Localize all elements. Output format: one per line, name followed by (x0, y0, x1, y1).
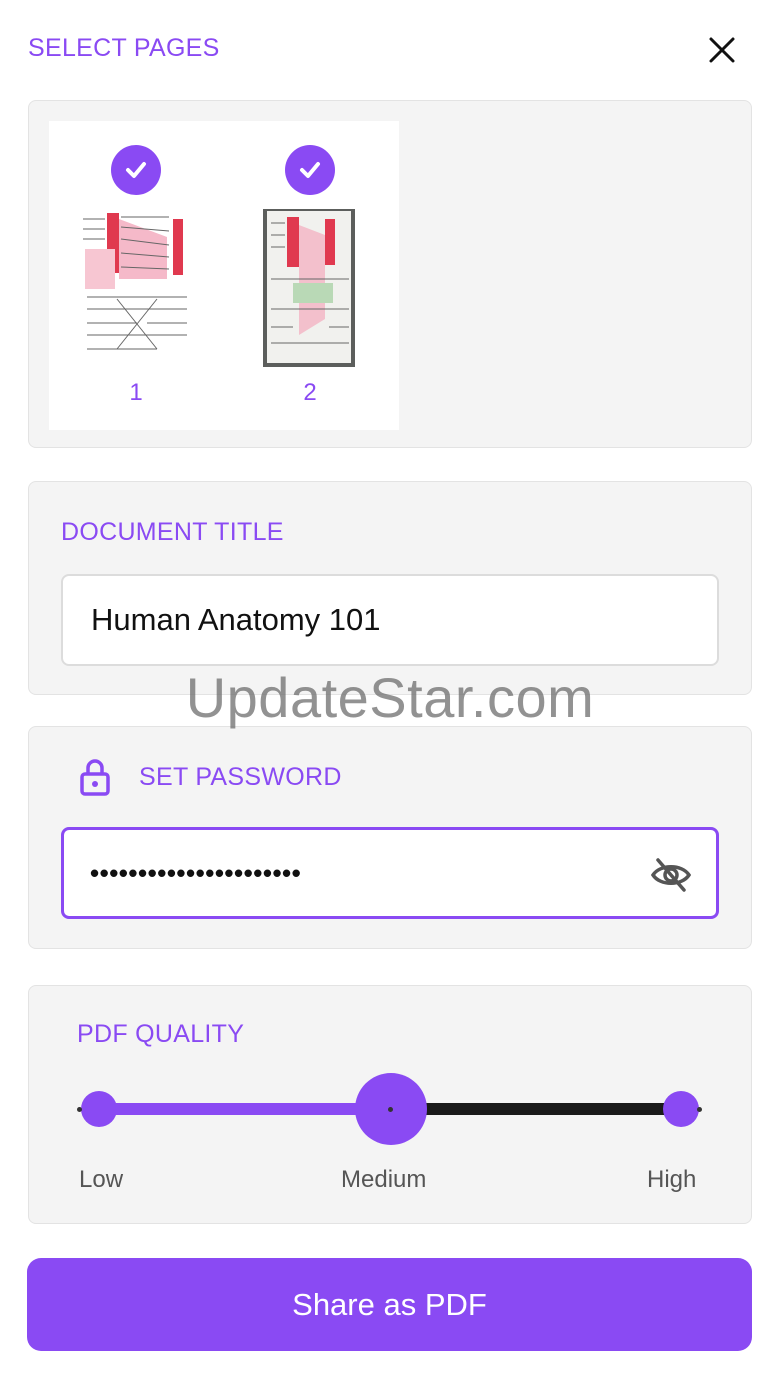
page-preview-image (263, 209, 355, 367)
slider-tick (388, 1107, 393, 1112)
page-preview-image (77, 209, 195, 367)
slider-stop-low[interactable] (81, 1091, 117, 1127)
page-title: SELECT PAGES (28, 34, 220, 62)
eye-slash-icon[interactable] (650, 854, 692, 896)
page-thumbnails-panel: 1 2 (49, 121, 399, 430)
close-button[interactable] (700, 28, 744, 72)
page-selection-card: 1 2 (28, 100, 752, 448)
slider-track-active[interactable] (99, 1103, 391, 1115)
close-icon (709, 37, 735, 63)
watermark-text: UpdateStar.com (185, 666, 595, 729)
checkmark-icon[interactable] (285, 145, 335, 195)
quality-option-high[interactable]: High (647, 1166, 696, 1194)
share-as-pdf-button[interactable]: Share as PDF (27, 1258, 752, 1351)
password-masked-value: •••••••••••••••••••••• (90, 857, 302, 888)
page-number: 2 (303, 379, 317, 406)
document-title-input[interactable]: Human Anatomy 101 (61, 574, 719, 666)
pdf-quality-card: PDF QUALITY Low Medium High (28, 985, 752, 1224)
quality-option-low[interactable]: Low (79, 1166, 123, 1194)
page-thumbnail-2[interactable]: 2 (245, 121, 375, 421)
slider-tick (77, 1107, 82, 1112)
checkmark-icon[interactable] (111, 145, 161, 195)
password-input[interactable]: •••••••••••••••••••••• (61, 827, 719, 919)
document-title-card: DOCUMENT TITLE Human Anatomy 101 (28, 481, 752, 695)
page-thumbnail-1[interactable]: 1 (71, 121, 201, 421)
quality-option-medium[interactable]: Medium (341, 1166, 426, 1194)
page-number: 1 (129, 379, 143, 406)
slider-track-inactive[interactable] (391, 1103, 683, 1115)
password-card: SET PASSWORD •••••••••••••••••••••• (28, 726, 752, 949)
quality-slider[interactable]: Low Medium High (29, 986, 753, 1225)
slider-tick (697, 1107, 702, 1112)
document-title-label: DOCUMENT TITLE (61, 518, 284, 546)
slider-stop-high[interactable] (663, 1091, 699, 1127)
lock-icon (80, 759, 110, 796)
set-password-label: SET PASSWORD (139, 763, 342, 791)
